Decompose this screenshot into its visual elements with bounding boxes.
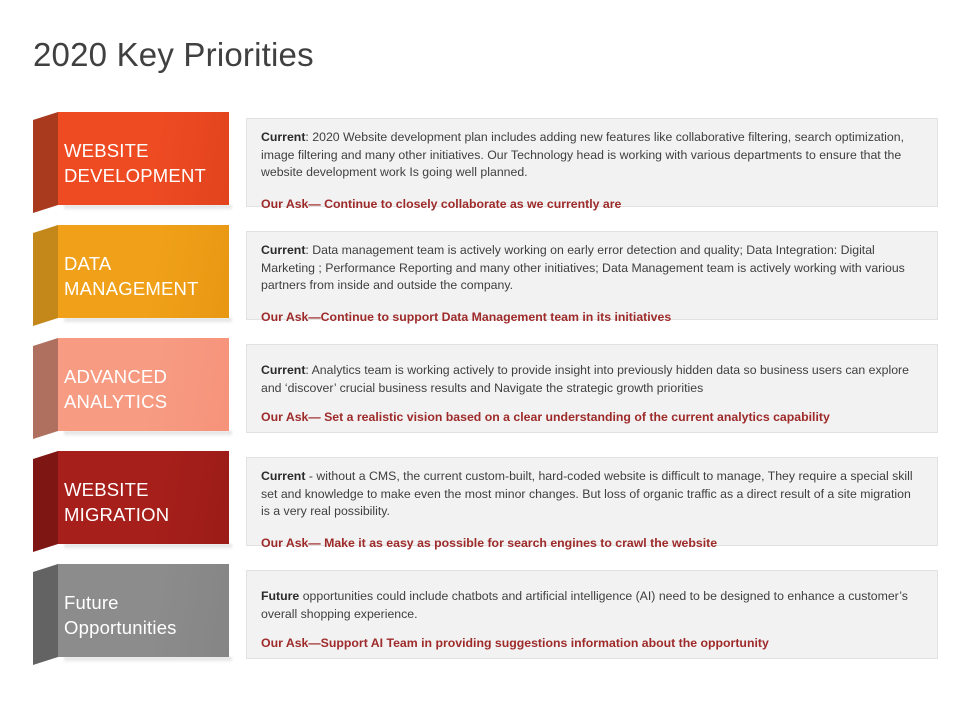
current-separator: - — [305, 469, 317, 483]
current-status-text: Current: Analytics team is working activ… — [261, 362, 923, 397]
box-drop-shadow — [64, 318, 232, 324]
box-side-face — [33, 112, 58, 213]
current-status-text: Current: 2020 Website development plan i… — [261, 129, 923, 182]
current-status-text: Future opportunities could include chatb… — [261, 588, 923, 623]
priority-label-box[interactable]: WEBSITE DEVELOPMENT — [33, 112, 232, 213]
our-ask-text: Our Ask— Make it as easy as possible for… — [261, 535, 718, 550]
priority-label-text: Future Opportunities — [64, 591, 177, 638]
priority-detail-panel: Current: 2020 Website development plan i… — [246, 118, 938, 211]
priority-detail-panel: Current: Analytics team is working activ… — [246, 344, 938, 433]
priority-row: DATA MANAGEMENT Current: Data management… — [0, 225, 960, 338]
box-drop-shadow — [64, 431, 232, 437]
priority-label-box[interactable]: DATA MANAGEMENT — [33, 225, 232, 326]
box-side-face — [33, 564, 58, 665]
priority-row: WEBSITE DEVELOPMENT Current: 2020 Websit… — [0, 112, 960, 225]
priority-row: Future Opportunities Future opportunitie… — [0, 564, 960, 677]
priority-label-text: WEBSITE MIGRATION — [64, 478, 170, 525]
priority-label-box[interactable]: Future Opportunities — [33, 564, 232, 665]
current-label: Future — [261, 589, 300, 603]
current-label: Current — [261, 130, 306, 144]
our-ask-text: Our Ask—Support AI Team in providing sug… — [261, 636, 769, 650]
page-title: 2020 Key Priorities — [33, 36, 314, 73]
current-body: Data management team is actively working… — [261, 243, 905, 292]
priority-row: ADVANCED ANALYTICS Current: Analytics te… — [0, 338, 960, 451]
current-body: opportunities could include chatbots and… — [261, 589, 908, 621]
box-side-face — [33, 451, 58, 552]
current-body: Analytics team is working actively to pr… — [261, 363, 909, 395]
priority-label-text: WEBSITE DEVELOPMENT — [64, 139, 207, 186]
current-label: Current — [261, 363, 306, 377]
current-label: Current — [261, 243, 306, 257]
current-body: 2020 Website development plan includes a… — [261, 130, 904, 179]
box-side-face — [33, 338, 58, 439]
our-ask-text: Our Ask— Continue to closely collaborate… — [261, 196, 622, 211]
current-body: without a CMS, the current custom-built,… — [261, 469, 913, 518]
priority-detail-panel: Future opportunities could include chatb… — [246, 570, 938, 659]
box-drop-shadow — [64, 544, 232, 550]
current-status-text: Current - without a CMS, the current cus… — [261, 468, 923, 521]
priority-label-box[interactable]: ADVANCED ANALYTICS — [33, 338, 232, 439]
priority-label-text: DATA MANAGEMENT — [64, 252, 199, 299]
our-ask-text: Our Ask— Set a realistic vision based on… — [261, 410, 830, 424]
box-drop-shadow — [64, 657, 232, 663]
priority-detail-panel: Current - without a CMS, the current cus… — [246, 457, 938, 550]
priority-row: WEBSITE MIGRATION Current - without a CM… — [0, 451, 960, 564]
priority-rows-container: WEBSITE DEVELOPMENT Current: 2020 Websit… — [0, 112, 960, 677]
box-side-face — [33, 225, 58, 326]
priority-label-box[interactable]: WEBSITE MIGRATION — [33, 451, 232, 552]
priority-detail-panel: Current: Data management team is activel… — [246, 231, 938, 324]
priority-label-text: ADVANCED ANALYTICS — [64, 365, 168, 412]
our-ask-text: Our Ask—Continue to support Data Managem… — [261, 309, 672, 324]
current-status-text: Current: Data management team is activel… — [261, 242, 923, 295]
box-drop-shadow — [64, 205, 232, 211]
current-label: Current — [261, 469, 306, 483]
